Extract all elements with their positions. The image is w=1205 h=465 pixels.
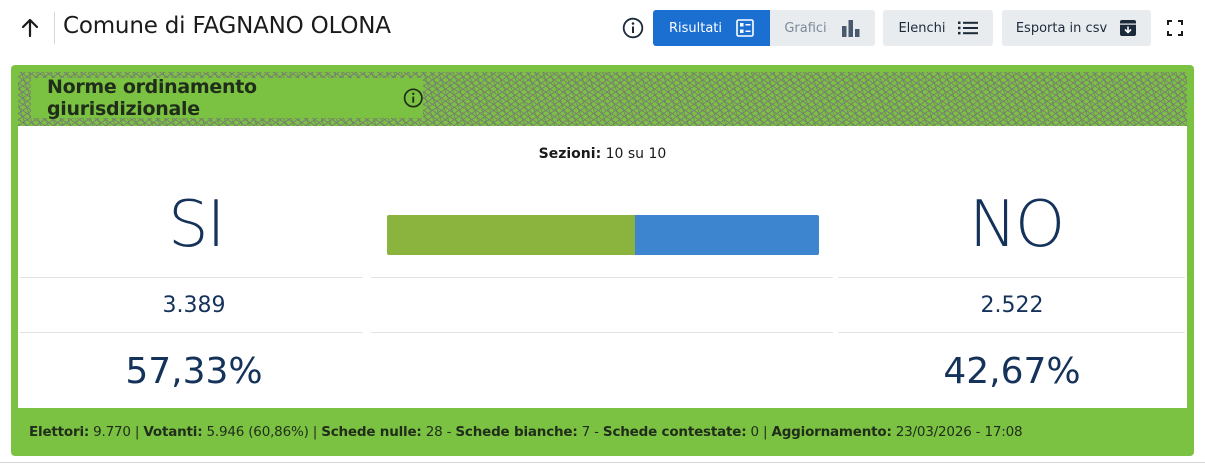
row-divider xyxy=(838,277,1185,278)
elettori-value: 9.770 xyxy=(93,424,131,440)
no-votes: 2.522 xyxy=(980,293,1044,318)
sezioni-status: Sezioni: 10 su 10 xyxy=(18,146,1187,162)
bar-no-segment xyxy=(634,215,819,255)
card-body: Sezioni: 10 su 10 SI NO 3.389 2.522 57,3… xyxy=(18,126,1187,408)
contestate-label: Schede contestate: xyxy=(602,424,747,440)
back-button[interactable] xyxy=(18,16,42,40)
result-bar xyxy=(387,215,819,255)
elettori-label: Elettori: xyxy=(29,424,90,440)
si-percent: 57,33% xyxy=(125,351,263,392)
votanti-label: Votanti: xyxy=(143,424,203,440)
download-box-icon xyxy=(1120,20,1137,36)
nulle-value: 28 xyxy=(425,424,443,440)
bianche-value: 7 xyxy=(581,424,591,440)
row-divider xyxy=(20,277,363,278)
list-icon xyxy=(957,21,978,35)
esporta-csv-button[interactable]: Esporta in csv xyxy=(1002,10,1151,46)
row-divider xyxy=(20,332,363,333)
aggiornamento-label: Aggiornamento: xyxy=(771,424,892,440)
header-divider xyxy=(54,12,55,44)
info-icon[interactable] xyxy=(622,17,644,39)
esporta-label: Esporta in csv xyxy=(1015,20,1108,36)
sezioni-label: Sezioni: xyxy=(538,146,602,162)
bianche-label: Schede bianche: xyxy=(455,424,578,440)
elenchi-label: Elenchi xyxy=(898,20,946,36)
bottom-divider xyxy=(0,462,1205,463)
aggiornamento-value: 23/03/2026 - 17:08 xyxy=(895,424,1023,440)
row-divider xyxy=(371,332,833,333)
arrow-up-icon xyxy=(21,18,39,38)
no-percent: 42,67% xyxy=(943,351,1081,392)
contestate-value: 0 xyxy=(750,424,760,440)
bar-chart-icon xyxy=(841,20,860,37)
risultati-label: Risultati xyxy=(668,20,723,36)
card-title-box: Norme ordinamento giurisdizionale xyxy=(31,76,423,120)
si-votes: 3.389 xyxy=(162,293,226,318)
grafici-button[interactable]: Grafici xyxy=(770,10,875,46)
stats-footer: Elettori: 9.770 | Votanti: 5.946 (60,86%… xyxy=(29,424,1023,440)
row-divider xyxy=(371,277,833,278)
info-icon[interactable] xyxy=(403,87,423,109)
votanti-value: 5.946 (60,86%) xyxy=(206,424,309,440)
elenchi-button[interactable]: Elenchi xyxy=(883,10,993,46)
sezioni-value: 10 su 10 xyxy=(605,146,667,162)
header-bar: Comune di FAGNANO OLONA Risultati Grafic… xyxy=(0,0,1205,58)
no-label: NO xyxy=(969,188,1065,262)
view-toggle: Risultati Grafici xyxy=(653,10,875,46)
page-title: Comune di FAGNANO OLONA xyxy=(63,13,391,39)
fullscreen-icon[interactable] xyxy=(1166,19,1184,37)
referendum-card: Norme ordinamento giurisdizionale Sezion… xyxy=(11,65,1194,456)
card-title: Norme ordinamento giurisdizionale xyxy=(47,76,257,120)
nulle-label: Schede nulle: xyxy=(321,424,422,440)
bar-si-segment xyxy=(387,215,635,255)
list-grid-icon xyxy=(736,19,754,37)
row-divider xyxy=(838,332,1185,333)
risultati-button[interactable]: Risultati xyxy=(653,10,770,46)
si-label: SI xyxy=(168,188,225,262)
grafici-label: Grafici xyxy=(784,20,827,36)
